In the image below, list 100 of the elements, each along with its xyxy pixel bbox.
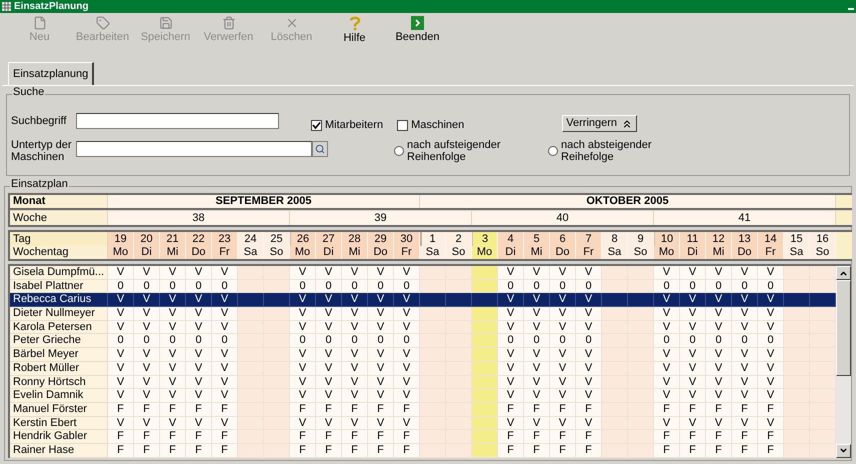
name-cell[interactable]: Rainer Hase	[10, 444, 108, 458]
name-cell[interactable]: Manuel Förster	[10, 402, 108, 417]
day-header: 13	[732, 232, 758, 246]
name-cell[interactable]: Rebecca Carius	[10, 293, 108, 308]
schedule-cell: V	[524, 320, 550, 334]
search-field[interactable]	[76, 113, 279, 129]
schedule-cell: 0	[680, 334, 706, 348]
schedule-cell: F	[212, 430, 238, 444]
schedule-cell	[810, 266, 836, 280]
name-cell[interactable]: Gisela Dumpfmü...	[10, 266, 108, 280]
schedule-cell: V	[732, 266, 758, 280]
schedule-cell: V	[758, 307, 784, 321]
toolbar-button[interactable]: Beenden	[386, 16, 449, 43]
day-header: 22	[186, 232, 212, 246]
schedule-cell: V	[368, 362, 394, 376]
schedule-cell: 0	[680, 280, 706, 294]
schedule-cell	[602, 362, 628, 376]
name-cell[interactable]: Kerstin Ebert	[10, 416, 108, 430]
schedule-cell: V	[160, 376, 186, 390]
schedule-cell: V	[394, 376, 420, 390]
schedule-cell: V	[394, 293, 420, 308]
subtype-field[interactable]	[76, 141, 312, 157]
scrollbar-thumb[interactable]	[836, 280, 851, 376]
schedule-cell: F	[134, 444, 160, 458]
document-icon	[32, 16, 46, 30]
collapse-button[interactable]: Verringern	[562, 115, 638, 132]
schedule-cell: F	[758, 430, 784, 444]
toolbar-button[interactable]: Hilfe	[323, 16, 386, 44]
schedule-cell	[472, 402, 498, 417]
schedule-cell: V	[758, 266, 784, 280]
name-cell[interactable]: Evelin Damnik	[10, 389, 108, 403]
schedule-cell: V	[368, 389, 394, 403]
schedule-cell: 0	[758, 334, 784, 348]
schedule-cell	[784, 416, 810, 430]
name-cell[interactable]: Robert Müller	[10, 362, 108, 376]
schedule-cell: V	[654, 266, 680, 280]
name-cell[interactable]: Peter Grieche	[10, 334, 108, 348]
schedule-cell: V	[498, 320, 524, 334]
name-cell[interactable]: Isabel Plattner	[10, 280, 108, 294]
schedule-cell	[264, 320, 290, 334]
name-cell[interactable]: Hendrik Gabler	[10, 430, 108, 444]
schedule-cell: V	[524, 376, 550, 390]
schedule-cell: 0	[524, 334, 550, 348]
name-cell[interactable]: Bärbel Meyer	[10, 348, 108, 362]
weekday-header: Di	[680, 246, 706, 259]
schedule-cell: V	[212, 348, 238, 362]
radio-option[interactable]: nach aufsteigender Reihenfolge	[394, 139, 518, 163]
schedule-cell: V	[732, 362, 758, 376]
month-header: SEPTEMBER 2005	[108, 195, 420, 208]
scroll-up-button[interactable]	[836, 266, 851, 280]
checkbox[interactable]: Maschinen	[397, 117, 464, 134]
schedule-cell	[238, 376, 264, 390]
schedule-cell: 0	[134, 280, 160, 294]
checkbox[interactable]: Mitarbeitern	[311, 117, 384, 134]
schedule-cell	[420, 416, 446, 430]
schedule-cell: V	[680, 320, 706, 334]
tab[interactable]: Einsatzplanung	[8, 62, 94, 85]
schedule-cell: V	[316, 307, 342, 321]
day-header: 7	[576, 232, 602, 246]
schedule-cell	[264, 334, 290, 348]
schedule-cell: V	[758, 293, 784, 308]
schedule-cell	[238, 266, 264, 280]
day-header: 1	[420, 232, 446, 246]
schedule-cell: 0	[212, 280, 238, 294]
weekday-header: Di	[134, 246, 160, 259]
name-cell[interactable]: Dieter Nullmeyer	[10, 307, 108, 321]
schedule-cell: V	[706, 348, 732, 362]
caret-icon	[839, 446, 848, 456]
schedule-cell: V	[550, 307, 576, 321]
schedule-cell: V	[368, 266, 394, 280]
weekday-header: So	[810, 246, 836, 259]
schedule-cell: V	[316, 266, 342, 280]
schedule-cell	[602, 334, 628, 348]
schedule-cell: 0	[576, 280, 602, 294]
schedule-cell	[602, 416, 628, 430]
schedule-cell	[472, 389, 498, 403]
scroll-down-button[interactable]	[836, 444, 851, 458]
schedule-cell: V	[394, 307, 420, 321]
schedule-cell: 0	[342, 334, 368, 348]
radio-option[interactable]: nach absteigender Reihefolge	[548, 139, 672, 163]
schedule-cell: V	[758, 416, 784, 430]
window-title: EinsatzPlanung	[14, 2, 88, 12]
name-cell[interactable]: Ronny Hörtsch	[10, 376, 108, 390]
schedule-cell	[784, 280, 810, 294]
weekday-header: Mo	[472, 246, 498, 259]
schedule-cell: V	[550, 389, 576, 403]
schedule-cell: 0	[706, 280, 732, 294]
header-filler	[836, 195, 852, 208]
schedule-cell	[472, 444, 498, 458]
day-header: 4	[498, 232, 524, 246]
schedule-cell: V	[576, 362, 602, 376]
schedule-cell: F	[732, 430, 758, 444]
schedule-cell: F	[394, 402, 420, 417]
search-button[interactable]	[312, 141, 328, 157]
scrollbar[interactable]	[836, 266, 851, 458]
name-cell[interactable]: Karola Petersen	[10, 320, 108, 334]
schedule-cell: V	[316, 293, 342, 308]
schedule-cell: 0	[758, 280, 784, 294]
schedule-cell	[628, 362, 654, 376]
schedule-cell: F	[576, 444, 602, 458]
